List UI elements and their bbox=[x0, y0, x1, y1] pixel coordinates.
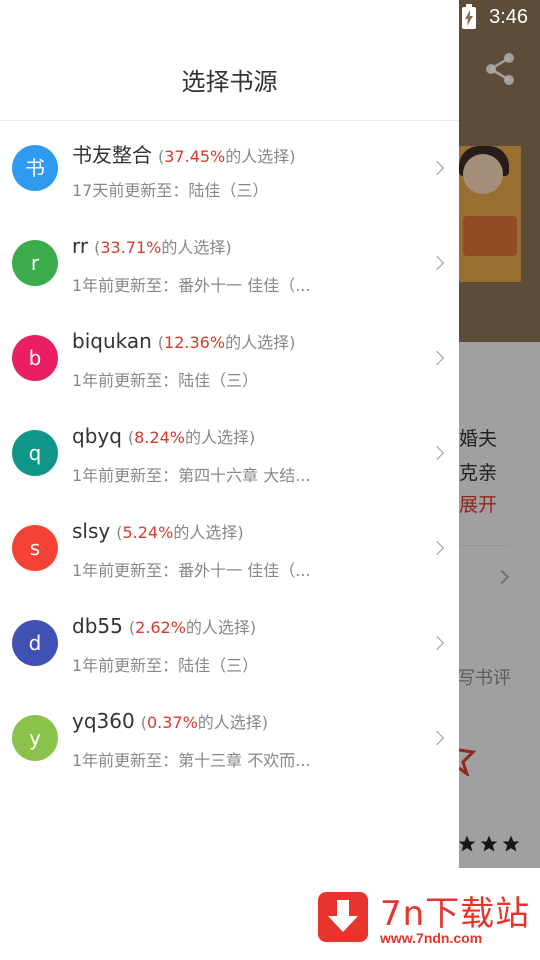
source-avatar: r bbox=[12, 240, 58, 286]
source-update: 1年前更新至：陆佳（三） bbox=[72, 371, 259, 390]
source-item[interactable]: 书书友整合 (37.45%的人选择) 17天前更新至：陆佳（三） bbox=[0, 121, 459, 216]
source-share: (0.37%的人选择) bbox=[140, 713, 269, 732]
source-name: qbyq bbox=[72, 424, 122, 448]
chevron-right-icon bbox=[429, 255, 445, 271]
source-percent-suffix: 的人选择) bbox=[225, 147, 296, 166]
chevron-right-icon bbox=[429, 350, 445, 366]
source-avatar: y bbox=[12, 715, 58, 761]
source-item[interactable]: b biqukan (12.36%的人选择) 1年前更新至：陆佳（三） bbox=[0, 311, 459, 406]
source-update: 1年前更新至：陆佳（三） bbox=[72, 656, 259, 675]
source-percent-suffix: 的人选择) bbox=[185, 428, 256, 447]
source-title-line: db55 (2.62%的人选择) bbox=[72, 614, 256, 638]
source-name: db55 bbox=[72, 614, 123, 638]
source-item[interactable]: r rr (33.71%的人选择) 1年前更新至：番外十一 佳佳（... bbox=[0, 216, 459, 311]
source-share: (8.24%的人选择) bbox=[127, 428, 256, 447]
source-item[interactable]: s slsy (5.24%的人选择) 1年前更新至：番外十一 佳佳（... bbox=[0, 501, 459, 596]
source-percent: 8.24% bbox=[134, 428, 185, 447]
source-percent-suffix: 的人选择) bbox=[161, 238, 232, 257]
source-title-line: biqukan (12.36%的人选择) bbox=[72, 329, 295, 353]
source-avatar: b bbox=[12, 335, 58, 381]
source-update: 17天前更新至：陆佳（三） bbox=[72, 181, 269, 200]
chevron-right-icon bbox=[429, 540, 445, 556]
source-share: (12.36%的人选择) bbox=[157, 333, 296, 352]
source-update: 1年前更新至：番外十一 佳佳（... bbox=[72, 561, 311, 580]
source-share: (37.45%的人选择) bbox=[158, 147, 296, 166]
source-percent-suffix: 的人选择) bbox=[225, 333, 296, 352]
source-percent: 0.37% bbox=[146, 713, 198, 732]
source-name: rr bbox=[72, 234, 89, 258]
source-avatar: d bbox=[12, 620, 58, 666]
chevron-right-icon bbox=[429, 160, 445, 176]
source-name: slsy bbox=[72, 519, 111, 543]
source-percent: 2.62% bbox=[135, 618, 186, 637]
watermark-url: www.7ndn.com bbox=[380, 930, 483, 946]
source-title-line: rr (33.71%的人选择) bbox=[72, 234, 232, 258]
source-update: 1年前更新至：番外十一 佳佳（... bbox=[72, 276, 311, 295]
source-percent: 37.45% bbox=[164, 147, 226, 166]
source-item[interactable]: d db55 (2.62%的人选择) 1年前更新至：陆佳（三） bbox=[0, 596, 459, 691]
source-title-line: slsy (5.24%的人选择) bbox=[72, 519, 244, 543]
chevron-right-icon bbox=[429, 730, 445, 746]
source-percent: 12.36% bbox=[164, 333, 226, 352]
source-percent-suffix: 的人选择) bbox=[197, 713, 269, 732]
source-avatar: 书 bbox=[12, 145, 58, 191]
source-avatar: q bbox=[12, 430, 58, 476]
source-title-line: yq360 (0.37%的人选择) bbox=[72, 709, 268, 733]
source-name: yq360 bbox=[72, 709, 135, 733]
source-name: biqukan bbox=[72, 329, 152, 353]
source-title-line: qbyq (8.24%的人选择) bbox=[72, 424, 255, 448]
source-name: 书友整合 bbox=[72, 143, 152, 167]
source-share: (2.62%的人选择) bbox=[128, 618, 257, 637]
status-bar: 3:46 bbox=[0, 0, 540, 36]
watermark-brand: 7n下载站 bbox=[380, 894, 531, 934]
source-percent-suffix: 的人选择) bbox=[173, 523, 244, 542]
download-icon bbox=[318, 892, 368, 942]
source-update: 1年前更新至：第十三章 不欢而... bbox=[72, 751, 311, 770]
source-share: (33.71%的人选择) bbox=[94, 238, 232, 257]
source-title-line: 书友整合 (37.45%的人选择) bbox=[72, 139, 296, 168]
source-percent: 33.71% bbox=[100, 238, 162, 257]
drawer-scrim[interactable] bbox=[459, 0, 540, 960]
chevron-right-icon bbox=[429, 635, 445, 651]
source-percent: 5.24% bbox=[122, 523, 174, 542]
watermark: 7n下载站 www.7ndn.com bbox=[296, 868, 540, 960]
status-time: 3:46 bbox=[489, 6, 528, 28]
source-item[interactable]: q qbyq (8.24%的人选择) 1年前更新至：第四十六章 大结... bbox=[0, 406, 459, 501]
battery-charging-icon bbox=[462, 4, 476, 29]
drawer-title: 选择书源 bbox=[181, 68, 278, 96]
source-drawer: 选择书源 书书友整合 (37.45%的人选择) 17天前更新至：陆佳（三） r rr (3… bbox=[0, 0, 459, 960]
chevron-right-icon bbox=[429, 445, 445, 461]
source-avatar: s bbox=[12, 525, 58, 571]
source-share: (5.24%的人选择) bbox=[116, 523, 244, 542]
source-update: 1年前更新至：第四十六章 大结... bbox=[72, 466, 311, 485]
source-list: 书书友整合 (37.45%的人选择) 17天前更新至：陆佳（三） r rr (33.71%… bbox=[0, 121, 459, 786]
source-percent-suffix: 的人选择) bbox=[185, 618, 257, 637]
source-item[interactable]: y yq360 (0.37%的人选择) 1年前更新至：第十三章 不欢而... bbox=[0, 691, 459, 786]
